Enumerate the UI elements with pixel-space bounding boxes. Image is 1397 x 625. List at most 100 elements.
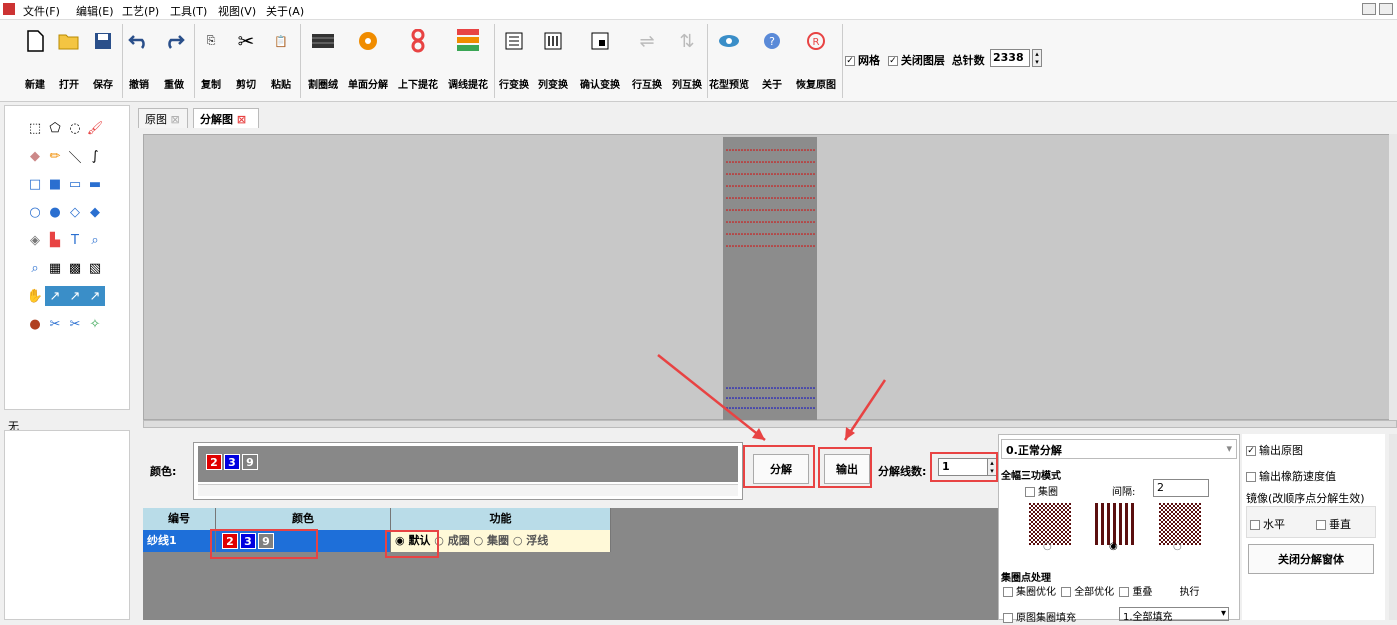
menu-process[interactable]: 工艺(P) xyxy=(122,3,159,19)
up-down-jacquard-button[interactable]: 上下提花 xyxy=(393,22,443,100)
move2-icon[interactable]: ↗ xyxy=(65,286,85,306)
cut-button[interactable]: ✂ 剪切 xyxy=(230,22,262,100)
tab-original[interactable]: 原图 ⊠ xyxy=(138,108,188,128)
fill-icon[interactable]: ◈ xyxy=(25,230,45,250)
output-speed-checkbox[interactable] xyxy=(1246,472,1256,482)
color-chip-red[interactable]: 2 xyxy=(206,454,222,470)
radio-pattern-3[interactable]: ○ xyxy=(1173,541,1182,552)
move1-icon[interactable]: ↗ xyxy=(45,286,65,306)
color-chip-blue[interactable]: 3 xyxy=(224,454,240,470)
ball-icon[interactable]: ● xyxy=(25,314,45,334)
fill-select[interactable]: 1.全部填充 ▾ xyxy=(1119,607,1229,623)
pattern-sample-2[interactable] xyxy=(1095,503,1137,545)
line-icon[interactable]: ＼ xyxy=(65,146,85,166)
total-needles-spinner[interactable]: ▴ ▾ xyxy=(1032,49,1042,67)
close-icon[interactable]: ⊠ xyxy=(237,113,246,126)
menu-file[interactable]: 文件(F) xyxy=(23,3,60,19)
close-layer-checkbox[interactable]: ✓ xyxy=(887,56,898,66)
menu-view[interactable]: 视图(V) xyxy=(218,3,256,19)
open-button[interactable]: 打开 xyxy=(52,22,86,100)
single-decompose-button[interactable]: 单面分解 xyxy=(345,22,391,100)
menu-about[interactable]: 关于(A) xyxy=(266,3,304,19)
color-list-scrollbar[interactable] xyxy=(198,484,738,496)
lasso-icon[interactable]: ◌ xyxy=(65,118,85,138)
eraser-icon[interactable]: ◆ xyxy=(25,146,45,166)
radio-float[interactable]: ○ 浮线 xyxy=(513,534,548,547)
tuck-opt-checkbox[interactable] xyxy=(1003,587,1013,597)
pattern2-icon[interactable]: ▩ xyxy=(65,258,85,278)
restore-original-button[interactable]: R 恢复原图 xyxy=(792,22,840,100)
col-swap-button[interactable]: ⇅ 列互换 xyxy=(667,22,707,100)
copy-button[interactable]: ⎘ 复制 xyxy=(196,22,226,100)
tuck-option[interactable]: 集圈 xyxy=(1025,483,1058,498)
vertical-checkbox[interactable] xyxy=(1316,520,1326,530)
paste-button[interactable]: 📋 粘贴 xyxy=(265,22,297,100)
fill-checkbox[interactable] xyxy=(1003,613,1013,623)
horizontal-checkbox[interactable] xyxy=(1250,520,1260,530)
about-button[interactable]: ? 关于 xyxy=(757,22,787,100)
rect-icon[interactable]: □ xyxy=(25,174,45,194)
total-needles-input[interactable]: 2338 xyxy=(990,49,1030,67)
close-icon[interactable]: ⊠ xyxy=(171,113,180,126)
paste-icon: 📋 xyxy=(274,34,288,48)
radio-loop[interactable]: ○ 成圈 xyxy=(434,534,469,547)
minimize-icon[interactable] xyxy=(1362,3,1376,15)
zoom-out-icon[interactable]: ⌕ xyxy=(25,258,45,278)
pattern-preview-button[interactable]: 花型预览 xyxy=(709,22,749,100)
pattern-sample-3[interactable] xyxy=(1159,503,1201,545)
move3-icon[interactable]: ↗ xyxy=(85,286,105,306)
filled-rect-icon[interactable]: ■ xyxy=(45,174,65,194)
menu-edit[interactable]: 编辑(E) xyxy=(76,3,114,19)
new-button[interactable]: 新建 xyxy=(18,22,52,100)
right-scrollbar[interactable] xyxy=(1389,434,1397,620)
col-transform-button[interactable]: 列变换 xyxy=(533,22,573,100)
tuck-checkbox[interactable] xyxy=(1025,487,1035,497)
pencil-icon[interactable]: ✏ xyxy=(45,146,65,166)
radio-pattern-2[interactable]: ◉ xyxy=(1109,541,1118,552)
rect-select-icon[interactable]: ⬚ xyxy=(25,118,45,138)
filled-rounded-rect-icon[interactable]: ▬ xyxy=(85,174,105,194)
radio-tuck[interactable]: ○ 集圈 xyxy=(474,534,509,547)
filled-diamond-icon[interactable]: ◆ xyxy=(85,202,105,222)
rounded-rect-icon[interactable]: ▭ xyxy=(65,174,85,194)
restore-icon[interactable] xyxy=(1379,3,1393,15)
output-original-checkbox[interactable]: ✓ xyxy=(1246,446,1256,456)
pattern1-icon[interactable]: ▦ xyxy=(45,258,65,278)
poly-select-icon[interactable]: ⬠ xyxy=(45,118,65,138)
row-swap-button[interactable]: ⇌ 行互换 xyxy=(627,22,667,100)
redo-button[interactable]: 重做 xyxy=(158,22,190,100)
mode-select[interactable]: 0.正常分解 ▾ xyxy=(1001,439,1237,459)
radio-pattern-1[interactable]: ○ xyxy=(1043,541,1052,552)
ellipse-icon[interactable]: ○ xyxy=(25,202,45,222)
magic-icon[interactable]: ✧ xyxy=(85,314,105,334)
pattern3-icon[interactable]: ▧ xyxy=(85,258,105,278)
overlap-checkbox[interactable] xyxy=(1119,587,1130,597)
color-pick-icon[interactable]: ▙ xyxy=(45,230,65,250)
pattern-sample-1[interactable] xyxy=(1029,503,1071,545)
tab-decomposed[interactable]: 分解图 ⊠ xyxy=(193,108,259,128)
grid-checkbox[interactable]: ✓ xyxy=(845,56,855,66)
line-jacquard-button[interactable]: 调线提花 xyxy=(443,22,493,100)
curve-icon[interactable]: ∫ xyxy=(85,146,105,166)
brush-icon[interactable]: 🖌 xyxy=(85,118,105,138)
save-button[interactable]: 保存 xyxy=(86,22,120,100)
all-opt-checkbox[interactable] xyxy=(1061,587,1072,597)
yarn-id-cell[interactable]: 纱线1 xyxy=(143,530,216,552)
text-icon[interactable]: T xyxy=(65,230,85,250)
hand-icon[interactable]: ✋ xyxy=(25,286,45,306)
undo-button[interactable]: 撤销 xyxy=(124,22,154,100)
zoom-in-icon[interactable]: ⌕ xyxy=(85,230,105,250)
close-decompose-window-button[interactable]: 关闭分解窗体 xyxy=(1248,544,1374,574)
vertical-scrollbar[interactable] xyxy=(1389,134,1397,420)
interval-input[interactable]: 2 xyxy=(1153,479,1209,497)
execute-button[interactable]: 执行 xyxy=(1180,587,1200,598)
color-chip-gray[interactable]: 9 xyxy=(242,454,258,470)
cut-loop-button[interactable]: 割圈绒 xyxy=(302,22,344,100)
row-transform-button[interactable]: 行变换 xyxy=(496,22,532,100)
diamond-icon[interactable]: ◇ xyxy=(65,202,85,222)
filled-ellipse-icon[interactable]: ● xyxy=(45,202,65,222)
cut-tool2-icon[interactable]: ✂ xyxy=(65,314,85,334)
confirm-transform-button[interactable]: 确认变换 xyxy=(575,22,625,100)
menu-tools[interactable]: 工具(T) xyxy=(170,3,207,19)
cut-tool-icon[interactable]: ✂ xyxy=(45,314,65,334)
